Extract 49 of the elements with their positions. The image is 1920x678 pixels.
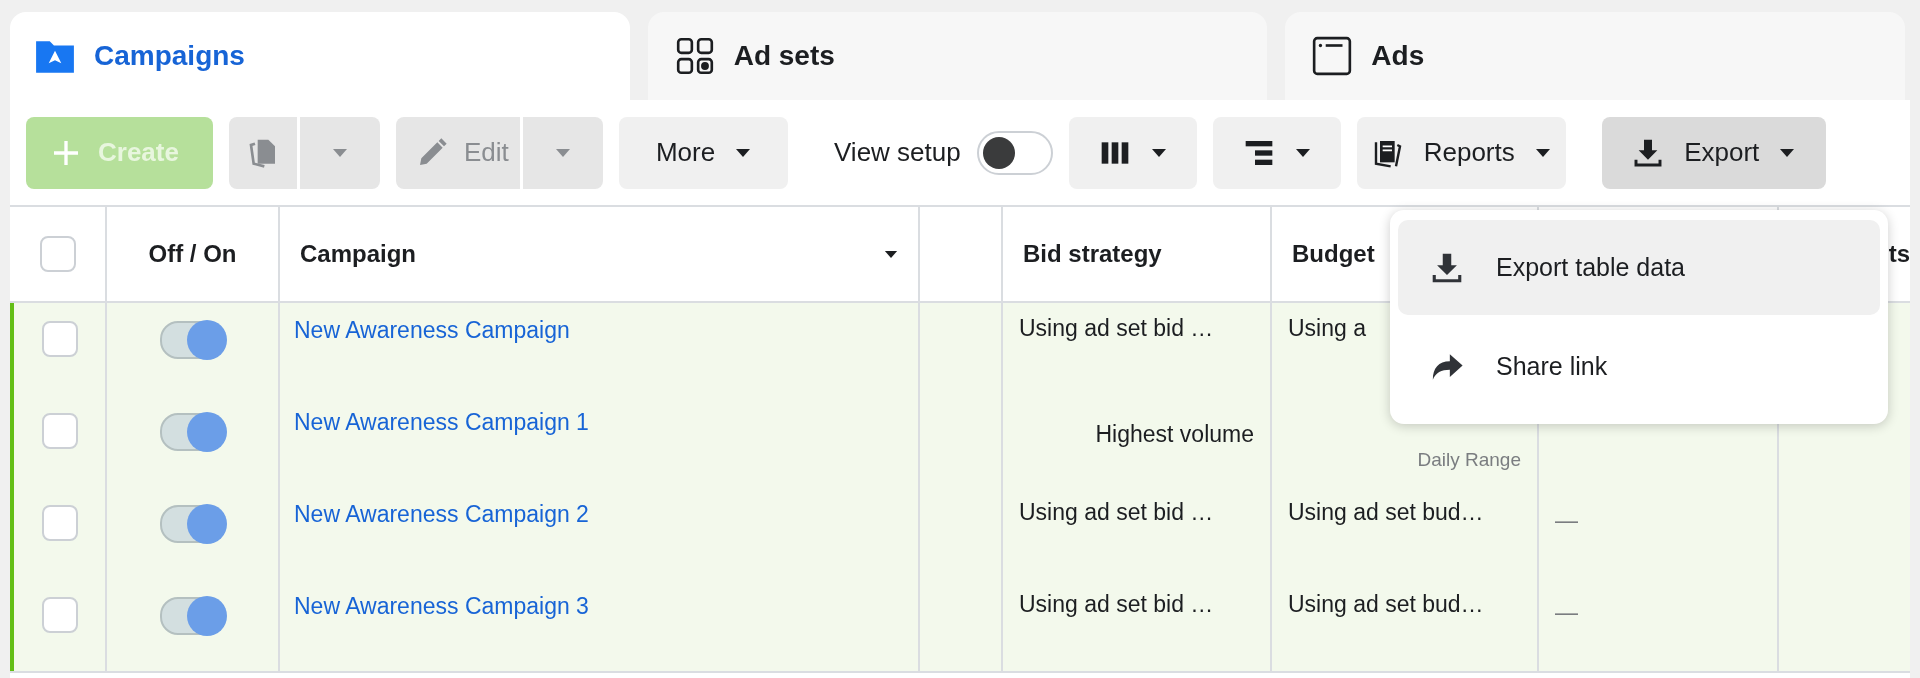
menu-item[interactable]: Share link <box>1398 319 1880 414</box>
tab[interactable]: Campaigns <box>10 12 630 100</box>
toggle-label: View setup <box>834 137 961 168</box>
table-cell: — <box>1555 507 1578 534</box>
table-cell: Using a <box>1288 315 1366 342</box>
caret-icon <box>555 147 571 158</box>
table-cell: — <box>1555 599 1578 626</box>
view-setup-toggle[interactable] <box>976 130 1053 175</box>
column-header[interactable]: Budget <box>1292 240 1375 268</box>
table-cell: Using ad set bid … <box>1019 315 1214 342</box>
table-cell: Using ad set bud… <box>1288 591 1484 618</box>
menu-button[interactable]: More <box>619 116 788 189</box>
campaign-toggle[interactable] <box>159 597 226 635</box>
caret-icon <box>1779 147 1796 158</box>
tab[interactable]: Ad sets <box>647 12 1268 100</box>
menu-item[interactable]: Export table data <box>1398 220 1880 315</box>
icon-menu-button[interactable] <box>1212 116 1341 189</box>
menu-button[interactable]: Reports <box>1356 116 1566 189</box>
caret-icon <box>332 147 348 158</box>
sort-caret-icon[interactable] <box>884 249 898 259</box>
campaign-link[interactable]: New Awareness Campaign <box>294 317 570 344</box>
column-header[interactable]: Campaign <box>300 240 416 268</box>
campaign-toggle[interactable] <box>159 321 226 359</box>
icon-menu-button[interactable] <box>1068 116 1197 189</box>
table-cell: Using ad set bid … <box>1019 591 1214 618</box>
select-all-checkbox[interactable] <box>39 236 76 272</box>
table-cell: Using ad set bud… <box>1288 499 1484 526</box>
campaign-link[interactable]: New Awareness Campaign 1 <box>294 409 589 436</box>
caret-icon <box>735 147 752 158</box>
window-icon <box>1311 35 1354 77</box>
caret-icon <box>1534 147 1551 158</box>
row-checkbox[interactable] <box>41 597 78 633</box>
column-header[interactable]: Bid strategy <box>1023 240 1162 268</box>
caret-icon <box>1294 147 1311 158</box>
campaign-link[interactable]: New Awareness Campaign 2 <box>294 501 589 528</box>
budget-note: Daily Range <box>1417 449 1521 471</box>
row-checkbox[interactable] <box>41 321 78 357</box>
row-checkbox[interactable] <box>41 505 78 541</box>
campaign-toggle[interactable] <box>159 413 226 451</box>
campaign-toggle[interactable] <box>159 505 226 543</box>
row-checkbox[interactable] <box>41 413 78 449</box>
caret-icon <box>1150 147 1167 158</box>
tab[interactable]: Ads <box>1285 12 1905 100</box>
menu-button[interactable]: Export <box>1601 116 1826 189</box>
table-cell: Using ad set bid … <box>1019 499 1214 526</box>
column-header[interactable]: ts <box>1888 240 1910 268</box>
table-cell: Highest volume <box>1095 421 1254 448</box>
column-header[interactable]: Off / On <box>148 240 237 268</box>
campaign-link[interactable]: New Awareness Campaign 3 <box>294 593 589 620</box>
